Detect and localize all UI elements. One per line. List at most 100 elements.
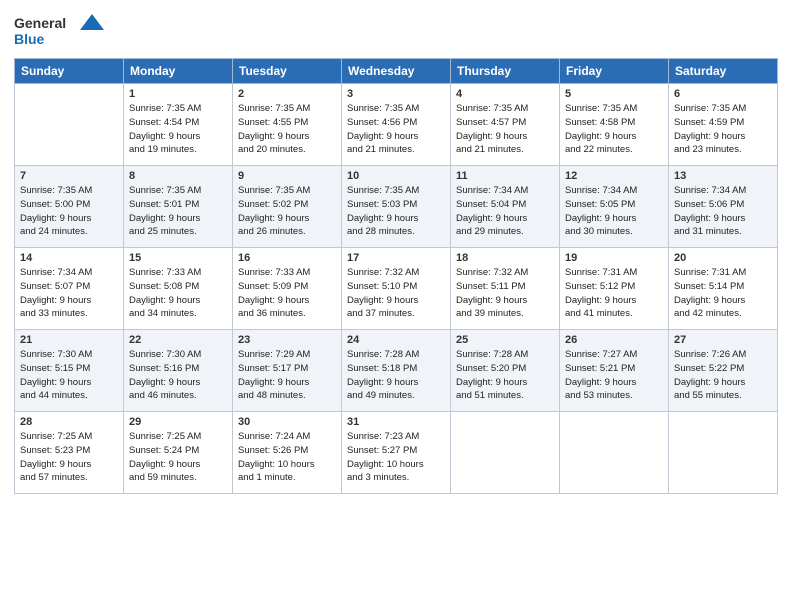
day-number: 2 xyxy=(238,88,336,100)
day-of-week-header: Thursday xyxy=(451,59,560,84)
day-of-week-header: Saturday xyxy=(669,59,778,84)
calendar-cell: 13Sunrise: 7:34 AMSunset: 5:06 PMDayligh… xyxy=(669,166,778,248)
cell-line: Sunset: 5:12 PM xyxy=(565,281,635,292)
calendar-cell: 20Sunrise: 7:31 AMSunset: 5:14 PMDayligh… xyxy=(669,248,778,330)
cell-line: and 19 minutes. xyxy=(129,144,197,155)
cell-line: Sunrise: 7:27 AM xyxy=(565,349,637,360)
calendar-week-row: 1Sunrise: 7:35 AMSunset: 4:54 PMDaylight… xyxy=(15,84,778,166)
calendar-week-row: 14Sunrise: 7:34 AMSunset: 5:07 PMDayligh… xyxy=(15,248,778,330)
cell-line: and 49 minutes. xyxy=(347,390,415,401)
calendar-cell: 31Sunrise: 7:23 AMSunset: 5:27 PMDayligh… xyxy=(342,412,451,494)
cell-line: and 33 minutes. xyxy=(20,308,88,319)
cell-line: and 57 minutes. xyxy=(20,472,88,483)
day-number: 31 xyxy=(347,416,445,428)
cell-line: Sunset: 5:18 PM xyxy=(347,363,417,374)
cell-line: Sunrise: 7:32 AM xyxy=(347,267,419,278)
calendar-cell xyxy=(669,412,778,494)
calendar-week-row: 7Sunrise: 7:35 AMSunset: 5:00 PMDaylight… xyxy=(15,166,778,248)
cell-line: Sunrise: 7:28 AM xyxy=(456,349,528,360)
cell-line: Sunrise: 7:33 AM xyxy=(238,267,310,278)
cell-content: Sunrise: 7:35 AM Sunset: 4:55 PM Daylight:… xyxy=(238,102,336,157)
cell-line: and 46 minutes. xyxy=(129,390,197,401)
day-number: 29 xyxy=(129,416,227,428)
cell-line: and 51 minutes. xyxy=(456,390,524,401)
calendar-cell: 14Sunrise: 7:34 AMSunset: 5:07 PMDayligh… xyxy=(15,248,124,330)
cell-line: and 53 minutes. xyxy=(565,390,633,401)
day-number: 19 xyxy=(565,252,663,264)
day-number: 21 xyxy=(20,334,118,346)
day-number: 27 xyxy=(674,334,772,346)
day-number: 30 xyxy=(238,416,336,428)
calendar-cell: 25Sunrise: 7:28 AMSunset: 5:20 PMDayligh… xyxy=(451,330,560,412)
calendar-page: General Blue SundayMondayTuesdayWednesda… xyxy=(0,0,792,612)
cell-content: Sunrise: 7:35 AMSunset: 4:57 PMDaylight:… xyxy=(456,102,554,157)
cell-content: Sunrise: 7:34 AMSunset: 5:06 PMDaylight:… xyxy=(674,184,772,239)
cell-line: Sunset: 5:05 PM xyxy=(565,199,635,210)
cell-line: Sunset: 4:55 PM xyxy=(238,117,308,128)
cell-line: Daylight: 9 hours xyxy=(674,295,745,306)
cell-line: Daylight: 9 hours xyxy=(238,131,309,142)
day-number: 10 xyxy=(347,170,445,182)
cell-line: Sunrise: 7:35 AM xyxy=(347,103,419,114)
calendar-cell xyxy=(560,412,669,494)
cell-line: Sunrise: 7:35 AM xyxy=(20,185,92,196)
calendar-cell: 9Sunrise: 7:35 AMSunset: 5:02 PMDaylight… xyxy=(233,166,342,248)
cell-line: and 37 minutes. xyxy=(347,308,415,319)
cell-line: Sunrise: 7:25 AM xyxy=(129,431,201,442)
cell-line: Sunrise: 7:34 AM xyxy=(565,185,637,196)
cell-content: Sunrise: 7:28 AMSunset: 5:18 PMDaylight:… xyxy=(347,348,445,403)
cell-line: Sunset: 4:58 PM xyxy=(565,117,635,128)
cell-line: Sunset: 5:03 PM xyxy=(347,199,417,210)
cell-line: Daylight: 10 hours xyxy=(347,459,424,470)
cell-line: Sunset: 5:21 PM xyxy=(565,363,635,374)
day-of-week-header: Monday xyxy=(124,59,233,84)
svg-text:General: General xyxy=(14,15,66,31)
cell-line: Sunrise: 7:35 AM xyxy=(129,185,201,196)
day-number: 26 xyxy=(565,334,663,346)
calendar-table: SundayMondayTuesdayWednesdayThursdayFrid… xyxy=(14,58,778,494)
cell-line: Daylight: 9 hours xyxy=(456,213,527,224)
cell-line: and 1 minute. xyxy=(238,472,296,483)
cell-content: Sunrise: 7:33 AMSunset: 5:08 PMDaylight:… xyxy=(129,266,227,321)
cell-content: Sunrise: 7:35 AMSunset: 4:58 PMDaylight:… xyxy=(565,102,663,157)
cell-line: Sunrise: 7:32 AM xyxy=(456,267,528,278)
cell-content: Sunrise: 7:35 AMSunset: 4:54 PMDaylight:… xyxy=(129,102,227,157)
day-of-week-header: Tuesday xyxy=(233,59,342,84)
cell-line: Sunrise: 7:23 AM xyxy=(347,431,419,442)
cell-content: Sunrise: 7:35 AMSunset: 5:00 PMDaylight:… xyxy=(20,184,118,239)
cell-content: Sunrise: 7:31 AMSunset: 5:14 PMDaylight:… xyxy=(674,266,772,321)
calendar-cell: 29Sunrise: 7:25 AMSunset: 5:24 PMDayligh… xyxy=(124,412,233,494)
cell-content: Sunrise: 7:34 AMSunset: 5:04 PMDaylight:… xyxy=(456,184,554,239)
cell-content: Sunrise: 7:28 AM Sunset: 5:20 PM Daylight:… xyxy=(456,348,554,403)
cell-content: Sunrise: 7:30 AMSunset: 5:15 PMDaylight:… xyxy=(20,348,118,403)
cell-line: Sunset: 5:26 PM xyxy=(238,445,308,456)
cell-line: Sunrise: 7:34 AM xyxy=(456,185,528,196)
cell-line: Sunrise: 7:35 AM xyxy=(347,185,419,196)
day-number: 16 xyxy=(238,252,336,264)
calendar-cell: 5Sunrise: 7:35 AMSunset: 4:58 PMDaylight… xyxy=(560,84,669,166)
cell-line: Sunset: 4:59 PM xyxy=(674,117,744,128)
cell-line: Daylight: 9 hours xyxy=(347,213,418,224)
cell-line: Daylight: 9 hours xyxy=(238,295,309,306)
cell-line: and 39 minutes. xyxy=(456,308,524,319)
logo: General Blue xyxy=(14,10,104,50)
calendar-cell xyxy=(15,84,124,166)
cell-line: Sunset: 5:10 PM xyxy=(347,281,417,292)
cell-content: Sunrise: 7:35 AM Sunset: 5:03 PM Daylight:… xyxy=(347,184,445,239)
cell-line: and 26 minutes. xyxy=(238,226,306,237)
calendar-cell: 22Sunrise: 7:30 AMSunset: 5:16 PMDayligh… xyxy=(124,330,233,412)
day-number: 22 xyxy=(129,334,227,346)
cell-content: Sunrise: 7:25 AMSunset: 5:23 PMDaylight:… xyxy=(20,430,118,485)
cell-content: Sunrise: 7:35 AMSunset: 5:02 PMDaylight:… xyxy=(238,184,336,239)
cell-line: Sunset: 5:08 PM xyxy=(129,281,199,292)
cell-line: Daylight: 9 hours xyxy=(456,377,527,388)
day-number: 24 xyxy=(347,334,445,346)
cell-line: and 36 minutes. xyxy=(238,308,306,319)
cell-line: Daylight: 9 hours xyxy=(347,377,418,388)
cell-content: Sunrise: 7:24 AMSunset: 5:26 PMDaylight:… xyxy=(238,430,336,485)
cell-line: Daylight: 9 hours xyxy=(565,295,636,306)
cell-line: Sunset: 5:20 PM xyxy=(456,363,526,374)
day-number: 11 xyxy=(456,170,554,182)
cell-line: Sunrise: 7:35 AM xyxy=(238,103,310,114)
cell-line: Sunrise: 7:31 AM xyxy=(565,267,637,278)
